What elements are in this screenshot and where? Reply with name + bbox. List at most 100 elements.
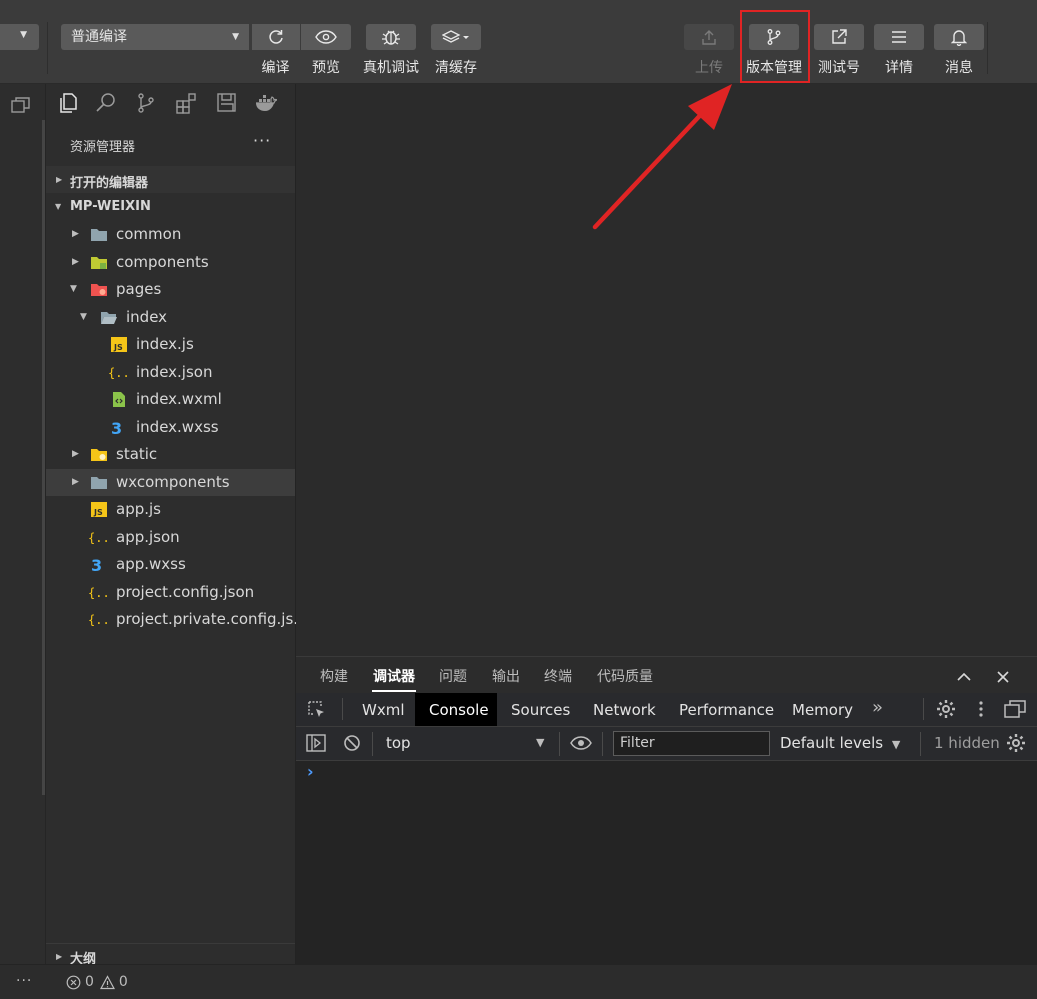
tree-item-project-config[interactable]: {..} project.config.json xyxy=(46,579,295,606)
devtools-tab-memory[interactable]: Memory xyxy=(792,701,853,719)
clear-console-icon[interactable] xyxy=(343,734,361,752)
tab-problems[interactable]: 问题 xyxy=(439,666,467,686)
devtools-divider xyxy=(923,698,924,720)
upload-icon xyxy=(702,30,716,45)
tree-item-label: index.wxss xyxy=(136,418,219,436)
static-folder-icon xyxy=(91,449,107,461)
console-settings-gear-icon[interactable] xyxy=(1006,733,1026,753)
error-icon xyxy=(66,975,81,989)
test-account-label: 测试号 xyxy=(818,60,860,76)
console-output[interactable] xyxy=(296,761,1037,964)
docker-icon[interactable] xyxy=(255,92,277,114)
devtools-tab-console[interactable]: Console xyxy=(429,701,489,719)
console-prompt: › xyxy=(307,762,314,781)
warning-count: 0 xyxy=(118,974,128,990)
left-dropdown[interactable]: ▼ xyxy=(0,24,39,50)
tree-item-app-json[interactable]: {..} app.json xyxy=(46,524,295,551)
devtools-tab-performance[interactable]: Performance xyxy=(679,701,774,719)
compile-button[interactable] xyxy=(251,24,300,50)
js-file-icon: JS xyxy=(111,337,127,352)
tree-item-label: app.js xyxy=(116,500,161,518)
restore-window-icon[interactable] xyxy=(11,96,31,114)
devtools-tab-wxml[interactable]: Wxml xyxy=(362,701,405,719)
clear-cache-label: 清缓存 xyxy=(435,60,477,76)
compile-label: 编译 xyxy=(261,60,290,76)
extensions-icon[interactable] xyxy=(175,92,197,114)
test-account-button[interactable] xyxy=(814,24,864,50)
filter-divider xyxy=(602,732,603,756)
folder-icon xyxy=(91,477,107,489)
problems-indicator[interactable]: 0 0 xyxy=(66,973,128,991)
sidebar-toggle-icon[interactable] xyxy=(306,734,326,752)
tree-item-app-wxss[interactable]: 3 app.wxss xyxy=(46,551,295,578)
explorer-icon[interactable] xyxy=(57,92,79,114)
project-title[interactable]: MP-WEIXIN xyxy=(70,199,151,214)
tab-debugger[interactable]: 调试器 xyxy=(373,666,415,686)
bug-icon xyxy=(382,30,400,45)
context-select[interactable]: top ▼ xyxy=(376,731,554,756)
folder-icon xyxy=(91,229,107,241)
search-icon[interactable] xyxy=(95,92,117,114)
external-link-icon xyxy=(832,29,847,44)
tree-item-project-private-config[interactable]: {..} project.private.config.js... xyxy=(46,606,308,633)
clear-cache-button[interactable] xyxy=(431,24,481,50)
tree-item-common[interactable]: ▶ common xyxy=(46,221,295,248)
tree-item-index-wxss[interactable]: 3 index.wxss xyxy=(46,414,295,441)
tree-item-label: pages xyxy=(116,280,162,298)
tree-item-index-folder[interactable]: ▼ index xyxy=(46,304,295,331)
live-expression-eye-icon[interactable] xyxy=(570,735,592,751)
tab-terminal[interactable]: 终端 xyxy=(544,666,572,686)
toolbar-divider xyxy=(987,22,988,74)
messages-button[interactable] xyxy=(934,24,984,50)
remote-debug-label: 真机调试 xyxy=(363,60,419,76)
save-icon[interactable] xyxy=(216,92,238,114)
details-button[interactable] xyxy=(874,24,924,50)
chevron-up-icon[interactable] xyxy=(956,670,972,682)
svg-text:{..}: {..} xyxy=(88,613,110,627)
tree-item-index-json[interactable]: {..} index.json xyxy=(46,359,295,386)
close-icon[interactable] xyxy=(996,670,1010,684)
upload-button[interactable] xyxy=(684,24,734,50)
gear-icon[interactable] xyxy=(936,699,956,719)
tab-build[interactable]: 构建 xyxy=(320,666,348,686)
svg-text:3: 3 xyxy=(111,419,122,436)
tree-item-label: index xyxy=(126,308,168,326)
devtools-tabs xyxy=(296,693,1037,727)
tree-item-label: project.private.config.js... xyxy=(116,610,308,628)
chevron-right-icon: ▶ xyxy=(72,477,79,487)
svg-text:JS: JS xyxy=(113,343,123,352)
explorer-more-button[interactable]: ··· xyxy=(253,131,271,150)
compile-mode-select[interactable]: 普通编译 ▼ xyxy=(61,24,249,50)
far-left-scrollbar[interactable] xyxy=(42,120,45,795)
svg-text:{..}: {..} xyxy=(108,366,130,380)
tree-item-components[interactable]: ▶ components xyxy=(46,249,295,276)
wxss-file-icon: 3 xyxy=(111,419,122,436)
tab-code-quality[interactable]: 代码质量 xyxy=(597,666,653,686)
tree-item-label: common xyxy=(116,225,182,243)
tree-item-label: index.json xyxy=(136,363,213,381)
remote-debug-button[interactable] xyxy=(366,24,416,50)
console-filter-input[interactable]: Filter xyxy=(613,731,770,756)
chevron-right-icon: ▶ xyxy=(72,229,79,239)
kebab-menu-icon[interactable] xyxy=(976,699,986,719)
devtools-tab-network[interactable]: Network xyxy=(593,701,656,719)
hidden-count: 1 hidden xyxy=(934,734,1000,752)
tree-item-index-js[interactable]: JS index.js xyxy=(46,331,295,358)
devtools-tab-sources[interactable]: Sources xyxy=(511,701,570,719)
undock-icon[interactable] xyxy=(1004,699,1026,719)
more-tabs-button[interactable]: » xyxy=(872,697,883,718)
tree-item-app-js[interactable]: JS app.js xyxy=(46,496,295,523)
eye-icon xyxy=(315,30,337,44)
inspect-element-icon[interactable] xyxy=(307,700,327,720)
tab-output[interactable]: 输出 xyxy=(492,666,520,686)
status-more-button[interactable]: ··· xyxy=(16,973,32,989)
tree-item-wxcomponents[interactable]: ▶ wxcomponents xyxy=(46,469,295,496)
chevron-down-icon: ▼ xyxy=(80,312,87,322)
tree-item-pages[interactable]: ▼ pages xyxy=(46,276,295,303)
tree-item-index-wxml[interactable]: index.wxml xyxy=(46,386,295,413)
chevron-down-icon: ▼ xyxy=(232,32,239,42)
preview-button[interactable] xyxy=(301,24,351,50)
log-levels-select[interactable]: Default levels ▼ xyxy=(780,734,900,752)
tree-item-static[interactable]: ▶ static xyxy=(46,441,295,468)
source-control-icon[interactable] xyxy=(135,92,157,114)
